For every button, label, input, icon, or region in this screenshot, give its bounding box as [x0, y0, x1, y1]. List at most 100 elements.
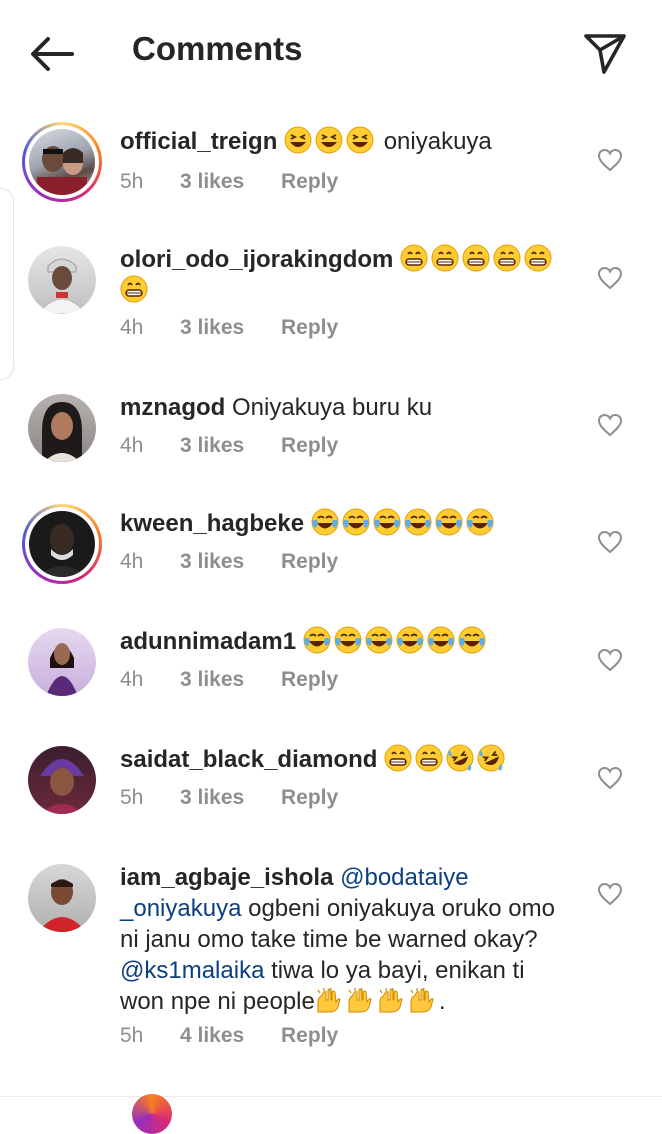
tears-of-joy-emoji-icon — [373, 508, 401, 536]
reply-button[interactable]: Reply — [281, 786, 338, 810]
tears-of-joy-emoji-icon — [404, 508, 432, 536]
comment-text: official_treign oniyakuya — [120, 126, 560, 157]
emoji-group — [384, 744, 508, 773]
avatar — [28, 628, 96, 696]
comment-username[interactable]: saidat_black_diamond — [120, 746, 377, 773]
squint-laugh-emoji-icon — [284, 126, 312, 154]
tears-of-joy-emoji-icon — [435, 508, 463, 536]
comment-likes[interactable]: 3 likes — [180, 434, 281, 458]
emoji-group — [315, 986, 439, 1015]
heart-icon[interactable] — [597, 766, 623, 790]
divider — [0, 1096, 662, 1097]
grin-emoji-icon — [120, 275, 148, 303]
comment-body: Oniyakuya buru ku — [232, 394, 433, 421]
avatar-wrapper[interactable] — [22, 740, 102, 820]
reply-button[interactable]: Reply — [281, 316, 338, 340]
rofl-emoji-icon — [477, 744, 505, 772]
heart-icon[interactable] — [597, 266, 623, 290]
avatar-wrapper[interactable] — [22, 858, 102, 938]
comment-text: kween_hagbeke — [120, 508, 560, 539]
comment-username[interactable]: adunnimadam1 — [120, 628, 296, 655]
reply-button[interactable]: Reply — [281, 668, 338, 692]
comment-likes[interactable]: 3 likes — [180, 316, 281, 340]
grin-emoji-icon — [400, 244, 428, 272]
squint-laugh-emoji-icon — [346, 126, 374, 154]
comment-username[interactable]: mznagod — [120, 394, 225, 421]
comment-meta: 4h 3 likes Reply — [120, 316, 338, 340]
share-button[interactable] — [582, 30, 628, 76]
reply-button[interactable]: Reply — [281, 434, 338, 458]
reply-button[interactable]: Reply — [281, 1024, 338, 1048]
emoji-group — [311, 508, 497, 537]
comment-body-end: . — [438, 988, 446, 1015]
comment-meta: 5h 4 likes Reply — [120, 1024, 338, 1048]
heart-icon[interactable] — [597, 882, 623, 906]
avatar-story-ring[interactable] — [22, 122, 102, 202]
raising-hands-emoji-icon — [315, 986, 343, 1014]
comment-time: 5h — [120, 1024, 144, 1047]
grin-emoji-icon — [431, 244, 459, 272]
tears-of-joy-emoji-icon — [396, 626, 424, 654]
avatar — [28, 394, 96, 462]
comment-time: 4h — [120, 434, 144, 457]
heart-icon[interactable] — [597, 413, 623, 437]
comment-meta: 5h 3 likes Reply — [120, 786, 338, 810]
comment-likes[interactable]: 3 likes — [180, 550, 281, 574]
comment-text: mznagod Oniyakuya buru ku — [120, 392, 560, 423]
grin-emoji-icon — [524, 244, 552, 272]
avatar-story-ring[interactable] — [22, 504, 102, 584]
grin-emoji-icon — [462, 244, 490, 272]
comment-meta: 4h 3 likes Reply — [120, 668, 338, 692]
reply-button[interactable]: Reply — [281, 550, 338, 574]
comment-username[interactable]: kween_hagbeke — [120, 510, 304, 537]
tears-of-joy-emoji-icon — [342, 508, 370, 536]
comment-meta: 5h 3 likes Reply — [120, 170, 338, 194]
raising-hands-emoji-icon — [346, 986, 374, 1014]
comment-time: 4h — [120, 316, 144, 339]
comment-time: 4h — [120, 550, 144, 573]
raising-hands-emoji-icon — [408, 986, 436, 1014]
comment-text: olori_odo_ijorakingdom — [120, 244, 560, 306]
comment-body: oniyakuya — [383, 128, 492, 155]
tears-of-joy-emoji-icon — [458, 626, 486, 654]
comment-username[interactable]: official_treign — [120, 128, 277, 155]
tears-of-joy-emoji-icon — [334, 626, 362, 654]
back-button[interactable] — [28, 34, 76, 74]
comment-likes[interactable]: 3 likes — [180, 786, 281, 810]
comment-meta: 4h 3 likes Reply — [120, 434, 338, 458]
avatar-wrapper[interactable] — [22, 240, 102, 320]
avatar — [28, 746, 96, 814]
comment-text: saidat_black_diamond — [120, 744, 560, 775]
comment-text: adunnimadam1 — [120, 626, 560, 657]
emoji-group — [303, 626, 489, 655]
tears-of-joy-emoji-icon — [466, 508, 494, 536]
avatar — [29, 511, 95, 577]
squint-laugh-emoji-icon — [315, 126, 343, 154]
edge-panel — [0, 188, 14, 380]
raising-hands-emoji-icon — [377, 986, 405, 1014]
avatar-wrapper[interactable] — [22, 622, 102, 702]
heart-icon[interactable] — [597, 530, 623, 554]
comment-likes[interactable]: 3 likes — [180, 170, 281, 194]
avatar-wrapper[interactable] — [22, 388, 102, 468]
avatar — [28, 246, 96, 314]
comment-likes[interactable]: 3 likes — [180, 668, 281, 692]
comment-time: 5h — [120, 786, 144, 809]
heart-icon[interactable] — [597, 648, 623, 672]
comment-username[interactable]: iam_agbaje_ishola — [120, 864, 333, 891]
comment-meta: 4h 3 likes Reply — [120, 550, 338, 574]
heart-icon[interactable] — [597, 148, 623, 172]
header-bar: Comments — [0, 0, 662, 104]
paper-plane-icon — [584, 34, 626, 74]
comment-username[interactable]: olori_odo_ijorakingdom — [120, 246, 393, 273]
tears-of-joy-emoji-icon — [365, 626, 393, 654]
avatar — [28, 864, 96, 932]
comment-likes[interactable]: 4 likes — [180, 1024, 281, 1048]
comment-text: iam_agbaje_ishola @bodataiye _oniyakuya o… — [120, 862, 570, 1017]
mention-link[interactable]: @ks1malaika — [120, 957, 264, 984]
grin-emoji-icon — [493, 244, 521, 272]
avatar — [29, 129, 95, 195]
emoji-group — [284, 126, 384, 155]
grin-emoji-icon — [384, 744, 412, 772]
reply-button[interactable]: Reply — [281, 170, 338, 194]
